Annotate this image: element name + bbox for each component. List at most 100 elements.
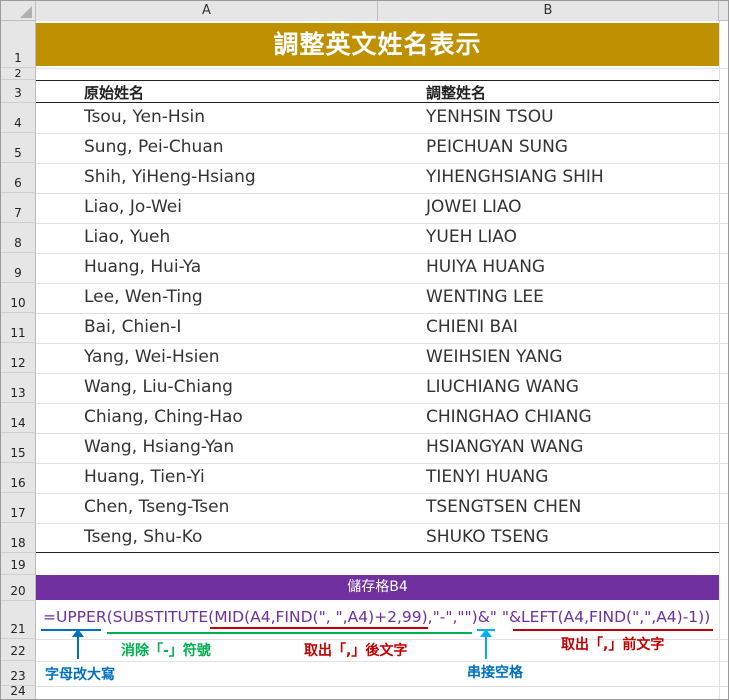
cell-original-name[interactable]: Huang, Hui-Ya xyxy=(84,257,201,277)
row-header-5[interactable]: 5 xyxy=(1,133,36,163)
grid-line xyxy=(36,373,728,374)
cell-adjusted-name[interactable]: YIHENGHSIANG SHIH xyxy=(426,167,604,187)
cell-adjusted-name[interactable]: YENHSIN TSOU xyxy=(426,107,554,127)
grid-line xyxy=(36,283,728,284)
grid-line xyxy=(36,463,728,464)
row-header-7[interactable]: 7 xyxy=(1,193,36,223)
row-header-24[interactable]: 24 xyxy=(1,684,36,699)
cell-adjusted-name[interactable]: PEICHUAN SUNG xyxy=(426,137,568,157)
cell-original-name[interactable]: Bai, Chien-I xyxy=(84,317,181,337)
grid-line xyxy=(36,313,728,314)
formula-part-mid: MID(A4,FIND(", ",A4)+2,99) xyxy=(214,608,428,626)
cell-original-name[interactable]: Wang, Hsiang-Yan xyxy=(84,437,234,457)
grid-line xyxy=(36,403,728,404)
annotation-join-space: 串接空格 xyxy=(467,665,523,681)
row-header-18[interactable]: 18 xyxy=(1,523,36,553)
cell-adjusted-name[interactable]: JOWEI LIAO xyxy=(426,197,522,217)
cell-label-bar[interactable]: 儲存格B4 xyxy=(36,575,719,600)
grid-line xyxy=(36,253,728,254)
row-header-19[interactable]: 19 xyxy=(1,553,36,575)
row-header-12[interactable]: 12 xyxy=(1,343,36,373)
underline-substitute xyxy=(107,632,472,634)
grid-line xyxy=(36,686,728,687)
grid-line xyxy=(36,661,728,662)
cell-adjusted-name[interactable]: WENTING LEE xyxy=(426,287,544,307)
cell-original-name[interactable]: Chiang, Ching-Hao xyxy=(84,407,243,427)
cell-original-name[interactable]: Chen, Tseng-Tsen xyxy=(84,497,229,517)
row-header-21[interactable]: 21 xyxy=(1,601,36,639)
grid-line xyxy=(36,523,728,524)
cell-adjusted-name[interactable]: CHIENI BAI xyxy=(426,317,518,337)
row-header-23[interactable]: 23 xyxy=(1,661,36,686)
row-header-13[interactable]: 13 xyxy=(1,373,36,403)
title-banner[interactable]: 調整英文姓名表示 xyxy=(36,23,719,66)
formula-part-upper: =UPPER(SUBSTITUTE( xyxy=(43,608,215,626)
cell-adjusted-name[interactable]: CHINGHAO CHIANG xyxy=(426,407,592,427)
arrow-up-icon xyxy=(72,629,84,659)
cell-original-name[interactable]: Lee, Wen-Ting xyxy=(84,287,203,307)
row-header-6[interactable]: 6 xyxy=(1,163,36,193)
cell-original-name[interactable]: Yang, Wei-Hsien xyxy=(84,347,220,367)
cell-original-name[interactable]: Tseng, Shu-Ko xyxy=(84,527,202,547)
row-header-8[interactable]: 8 xyxy=(1,223,36,253)
cell-original-name[interactable]: Tsou, Yen-Hsin xyxy=(84,107,205,127)
cell-adjusted-name[interactable]: LIUCHIANG WANG xyxy=(426,377,579,397)
header-original-name[interactable]: 原始姓名 xyxy=(84,82,144,103)
annotation-take-after: 取出「,」後文字 xyxy=(304,643,408,659)
annotation-take-before: 取出「,」前文字 xyxy=(561,637,665,653)
row-header-1[interactable]: 1 xyxy=(1,21,36,68)
formula-part-close: ) xyxy=(704,608,711,626)
cell-original-name[interactable]: Huang, Tien-Yi xyxy=(84,467,205,487)
cell-adjusted-name[interactable]: TSENGTSEN CHEN xyxy=(426,497,581,517)
row-header-10[interactable]: 10 xyxy=(1,283,36,313)
row-header-9[interactable]: 9 xyxy=(1,253,36,283)
grid-line xyxy=(36,493,728,494)
underline-mid xyxy=(210,627,428,629)
annotation-remove-dash: 消除「-」符號 xyxy=(121,643,211,659)
grid-line xyxy=(36,68,728,69)
cell-original-name[interactable]: Liao, Yueh xyxy=(84,227,170,247)
underline-left xyxy=(513,629,713,631)
row-header-2[interactable]: 2 xyxy=(1,67,36,80)
select-all-corner[interactable] xyxy=(1,1,36,21)
row-header-3[interactable]: 3 xyxy=(1,80,36,103)
row-header-14[interactable]: 14 xyxy=(1,403,36,433)
header-adjusted-name[interactable]: 調整姓名 xyxy=(426,82,486,103)
formula-part-substitute-args: ,"-","") xyxy=(427,608,478,626)
grid-line xyxy=(36,433,728,434)
table-bottom-border xyxy=(36,552,719,553)
formula-text[interactable]: =UPPER(SUBSTITUTE(MID(A4,FIND(", ",A4)+2… xyxy=(43,608,710,626)
row-header-11[interactable]: 11 xyxy=(1,313,36,343)
row-header-4[interactable]: 4 xyxy=(1,103,36,133)
cell-adjusted-name[interactable]: WEIHSIEN YANG xyxy=(426,347,563,367)
column-divider xyxy=(719,21,720,699)
column-header-b[interactable]: B xyxy=(378,1,719,21)
cell-original-name[interactable]: Wang, Liu-Chiang xyxy=(84,377,233,397)
grid-line xyxy=(36,343,728,344)
formula-part-concat-space: &" "& xyxy=(477,608,522,626)
grid-line xyxy=(36,163,728,164)
cell-adjusted-name[interactable]: SHUKO TSENG xyxy=(426,527,549,547)
row-header-20[interactable]: 20 xyxy=(1,575,36,601)
cell-original-name[interactable]: Shih, YiHeng-Hsiang xyxy=(84,167,256,187)
select-all-triangle-icon xyxy=(20,6,32,18)
cell-original-name[interactable]: Sung, Pei-Chuan xyxy=(84,137,224,157)
grid-line xyxy=(36,133,728,134)
column-header-a[interactable]: A xyxy=(36,1,378,21)
cell-adjusted-name[interactable]: HUIYA HUANG xyxy=(426,257,545,277)
spreadsheet-frame: A B 1 2 3 4 5 6 7 8 9 10 11 12 13 14 15 … xyxy=(0,0,729,700)
grid-line xyxy=(36,223,728,224)
cell-adjusted-name[interactable]: TIENYI HUANG xyxy=(426,467,548,487)
cell-original-name[interactable]: Liao, Jo-Wei xyxy=(84,197,182,217)
row-header-15[interactable]: 15 xyxy=(1,433,36,463)
formula-part-left: LEFT(A4,FIND(",",A4)-1) xyxy=(521,608,705,626)
row-header-17[interactable]: 17 xyxy=(1,493,36,523)
arrow-up-icon xyxy=(480,629,492,659)
grid-line xyxy=(36,193,728,194)
row-header-22[interactable]: 22 xyxy=(1,639,36,661)
annotation-uppercase: 字母改大寫 xyxy=(45,667,115,683)
table-top-border xyxy=(36,80,719,81)
cell-adjusted-name[interactable]: YUEH LIAO xyxy=(426,227,517,247)
cell-adjusted-name[interactable]: HSIANGYAN WANG xyxy=(426,437,583,457)
row-header-16[interactable]: 16 xyxy=(1,463,36,493)
